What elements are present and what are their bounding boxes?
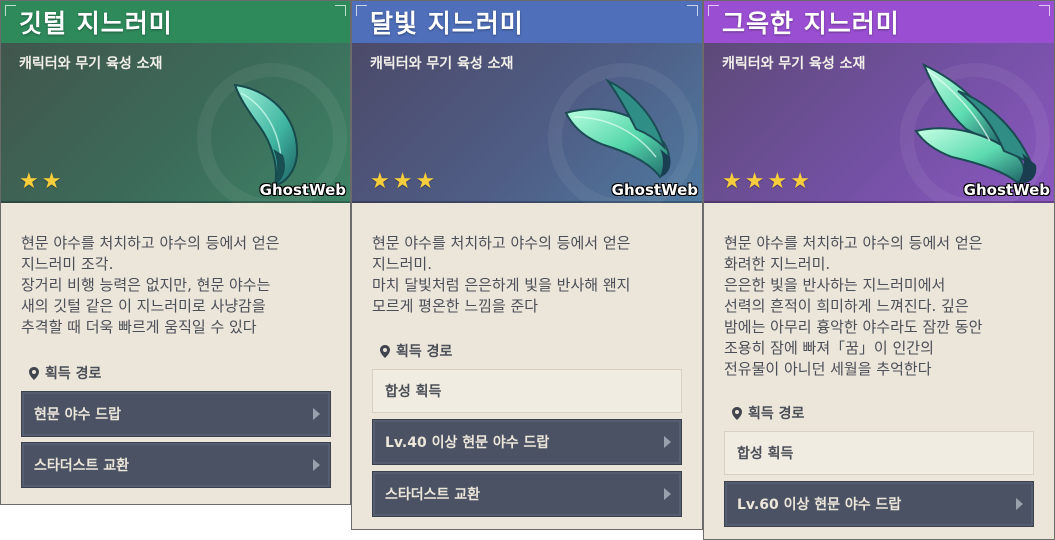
acquisition-label-text: 획득 경로 <box>396 344 453 360</box>
acquisition-label-text: 획득 경로 <box>748 406 805 422</box>
location-pin-icon <box>29 366 39 380</box>
item-category: 캐릭터와 무기 육성 소재 <box>370 56 514 72</box>
item-category: 캐릭터와 무기 육성 소재 <box>722 56 866 72</box>
star-icon: ★ <box>722 169 742 194</box>
item-card-deep-fin: 그윽한 지느러미 캐릭터와 무기 육성 소재 ★ ★ ★ ★ GhostWeb … <box>703 0 1055 540</box>
item-description: 현문 야수를 처치하고 야수의 등에서 얻은 화려한 지느러미. 은은한 빛을 … <box>724 233 1040 380</box>
rarity-stars: ★ ★ ★ <box>370 171 435 193</box>
star-icon: ★ <box>19 169 39 194</box>
acquisition-label: 획득 경로 <box>29 363 101 383</box>
description-line: 장거리 비행 능력은 없지만, 현문 야수는 <box>21 276 271 294</box>
source-row-crafting: 합성 획득 <box>724 431 1034 475</box>
source-row-label: 합성 획득 <box>737 446 794 462</box>
item-title: 깃털 지느러미 <box>19 9 173 38</box>
item-title: 그윽한 지느러미 <box>722 9 900 38</box>
item-description: 현문 야수를 처치하고 야수의 등에서 얻은 지느러미 조각. 장거리 비행 능… <box>21 233 336 338</box>
watermark: GhostWeb <box>963 181 1050 199</box>
description-line: 화려한 지느러미. <box>724 255 831 273</box>
item-description: 현문 야수를 처치하고 야수의 등에서 얻은 지느러미. 마치 달빛처럼 은은하… <box>372 233 688 317</box>
rarity-stars: ★ ★ ★ ★ <box>722 171 810 193</box>
corner-ornament <box>1039 5 1050 16</box>
star-icon: ★ <box>415 169 436 194</box>
card-title-bar: 달빛 지느러미 <box>352 1 702 44</box>
location-pin-icon <box>732 406 742 420</box>
acquisition-label: 획득 경로 <box>732 403 804 423</box>
corner-ornament <box>5 5 16 16</box>
corner-ornament <box>335 5 346 16</box>
item-banner: 캐릭터와 무기 육성 소재 ★ ★ ★ ★ GhostWeb <box>704 43 1054 203</box>
star-icon: ★ <box>392 169 413 194</box>
description-line: 선력의 흔적이 희미하게 느껴진다. 깊은 <box>724 297 969 315</box>
divider <box>1 201 350 203</box>
description-line: 지느러미. <box>372 255 432 273</box>
location-pin-icon <box>380 344 390 358</box>
corner-ornament <box>356 5 367 16</box>
chevron-right-icon <box>664 488 671 500</box>
source-button-label: 스타더스트 교환 <box>385 487 481 503</box>
description-line: 전유물이 아니던 세월을 추억한다 <box>724 360 932 378</box>
description-line: 현문 야수를 처치하고 야수의 등에서 얻은 <box>724 234 983 252</box>
chevron-right-icon <box>313 459 320 471</box>
description-line: 추격할 때 더욱 빠르게 움직일 수 있다 <box>21 318 257 336</box>
chevron-right-icon <box>313 408 320 420</box>
source-button-beast-drop[interactable]: 현문 야수 드랍 <box>21 391 331 437</box>
fin-icon <box>564 78 671 179</box>
acquisition-label-text: 획득 경로 <box>45 366 102 382</box>
description-line: 은은한 빛을 반사하는 지느러미에서 <box>724 276 946 294</box>
fin-icon <box>914 62 1037 185</box>
item-banner: 캐릭터와 무기 육성 소재 ★ ★ ★ GhostWeb <box>352 43 702 203</box>
star-icon: ★ <box>790 169 810 194</box>
item-banner: 캐릭터와 무기 육성 소재 ★ ★ GhostWeb <box>1 43 350 203</box>
description-line: 모르게 평온한 느낌을 준다 <box>372 297 539 315</box>
corner-ornament <box>687 5 698 16</box>
source-button-label: 현문 야수 드랍 <box>34 407 122 423</box>
item-card-feather-fin: 깃털 지느러미 캐릭터와 무기 육성 소재 ★ ★ GhostWeb 현문 야수… <box>0 0 351 505</box>
rarity-stars: ★ ★ <box>19 171 61 193</box>
item-card-moonlit-fin: 달빛 지느러미 캐릭터와 무기 육성 소재 ★ ★ ★ GhostWeb 현문 … <box>351 0 703 530</box>
source-row-crafting: 합성 획득 <box>372 369 682 413</box>
card-title-bar: 깃털 지느러미 <box>1 1 350 44</box>
source-row-label: 합성 획득 <box>385 384 442 400</box>
source-button-lv40-beast-drop[interactable]: Lv.40 이상 현문 야수 드랍 <box>372 419 682 465</box>
source-button-stardust-exchange[interactable]: 스타더스트 교환 <box>372 471 682 517</box>
source-button-lv60-beast-drop[interactable]: Lv.60 이상 현문 야수 드랍 <box>724 481 1034 527</box>
divider <box>352 201 702 203</box>
watermark: GhostWeb <box>611 181 698 199</box>
star-icon: ★ <box>744 169 765 194</box>
star-icon: ★ <box>370 169 390 194</box>
description-line: 조용히 잠에 빠져「꿈」이 인간의 <box>724 339 934 357</box>
description-line: 새의 깃털 같은 이 지느러미로 사냥감을 <box>21 297 266 315</box>
acquisition-label: 획득 경로 <box>380 341 452 361</box>
chevron-right-icon <box>664 436 671 448</box>
chevron-right-icon <box>1016 498 1023 510</box>
source-button-stardust-exchange[interactable]: 스타더스트 교환 <box>21 442 331 488</box>
card-title-bar: 그윽한 지느러미 <box>704 1 1054 44</box>
source-button-label: Lv.60 이상 현문 야수 드랍 <box>737 497 902 513</box>
corner-ornament <box>708 5 719 16</box>
star-icon: ★ <box>41 169 62 194</box>
watermark: GhostWeb <box>259 181 346 199</box>
description-line: 현문 야수를 처치하고 야수의 등에서 얻은 <box>372 234 631 252</box>
source-button-label: Lv.40 이상 현문 야수 드랍 <box>385 435 550 451</box>
description-line: 지느러미 조각. <box>21 255 114 273</box>
item-title: 달빛 지느러미 <box>370 9 524 38</box>
item-category: 캐릭터와 무기 육성 소재 <box>19 56 163 72</box>
divider <box>704 201 1054 203</box>
description-line: 밤에는 아무리 흉악한 야수라도 잠깐 동안 <box>724 318 983 336</box>
fin-icon <box>233 83 299 187</box>
description-line: 마치 달빛처럼 은은하게 빛을 반사해 왠지 <box>372 276 631 294</box>
source-button-label: 스타더스트 교환 <box>34 458 130 474</box>
description-line: 현문 야수를 처치하고 야수의 등에서 얻은 <box>21 234 280 252</box>
star-icon: ★ <box>767 169 788 194</box>
